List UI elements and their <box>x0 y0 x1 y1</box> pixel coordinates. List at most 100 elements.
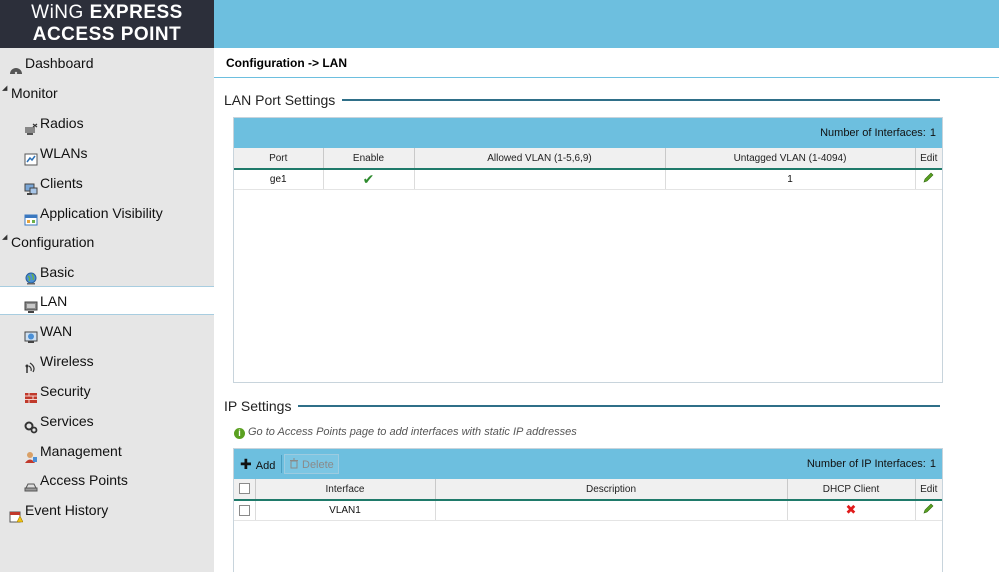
add-label: Add <box>255 460 276 472</box>
toolbar-separator <box>281 455 282 473</box>
sidebar-item-management[interactable]: Management <box>0 437 214 466</box>
expand-triangle-icon: ◢ <box>2 234 8 241</box>
app-visibility-icon <box>24 207 38 226</box>
info-note: i Go to Access Points page to add interfa… <box>234 426 577 439</box>
ip-settings-panel: ✚ Add Delete Number of IP Interfaces: 1 In… <box>233 448 943 572</box>
table-row[interactable]: VLAN1 ✖ <box>234 500 942 521</box>
interface-cell: VLAN1 <box>255 500 436 521</box>
logo-text-access-point: ACCESS POINT <box>32 24 182 45</box>
firewall-icon <box>24 385 38 403</box>
lan-port-table: Port Enable Allowed VLAN (1-5,6,9) Untag… <box>234 148 942 190</box>
column-header-untagged-vlan[interactable]: Untagged VLAN (1-4094) <box>665 148 916 170</box>
ip-settings-title: IP Settings <box>224 398 298 414</box>
management-icon <box>24 445 38 463</box>
column-header-enable[interactable]: Enable <box>323 148 415 170</box>
sidebar-item-label: Clients <box>40 175 83 191</box>
sidebar-item-label: Security <box>40 383 91 399</box>
sidebar-item-label: Application Visibility <box>40 205 163 221</box>
sidebar-item-security[interactable]: Security <box>0 377 214 406</box>
ip-settings-table: Interface Description DHCP Client Edit V… <box>234 479 942 521</box>
description-cell <box>435 500 788 521</box>
info-text: Go to Access Points page to add interfac… <box>248 426 577 438</box>
column-header-interface[interactable]: Interface <box>255 479 436 501</box>
gears-icon <box>24 415 38 434</box>
trash-icon <box>289 458 302 471</box>
info-icon: i <box>234 428 245 439</box>
row-checkbox[interactable] <box>238 504 250 516</box>
interface-count-label: Number of Interfaces: <box>820 127 926 139</box>
table-row[interactable]: ge1 ✔ 1 <box>234 169 942 190</box>
add-button[interactable]: ✚ Add <box>236 454 279 474</box>
select-all-checkbox[interactable] <box>238 483 250 495</box>
ip-settings-toolbar: ✚ Add Delete Number of IP Interfaces: 1 <box>234 449 942 479</box>
lan-port-panel: Number of Interfaces: 1 Port Enable Allow… <box>233 117 943 383</box>
section-divider <box>342 99 940 101</box>
sidebar-item-label: Event History <box>25 502 109 518</box>
column-header-port[interactable]: Port <box>234 148 324 170</box>
sidebar-item-clients[interactable]: Clients <box>0 169 214 198</box>
column-header-edit: Edit <box>915 479 942 501</box>
plus-icon: ✚ <box>240 456 252 472</box>
dashboard-icon <box>9 57 23 75</box>
x-icon: ✖ <box>845 502 857 518</box>
column-header-edit: Edit <box>915 148 942 170</box>
sidebar-item-wlans[interactable]: WLANs <box>0 139 214 168</box>
select-all-header[interactable] <box>234 479 256 501</box>
edit-cell <box>915 500 942 521</box>
interface-count: Number of Interfaces: 1 <box>820 127 936 139</box>
untagged-vlan-cell: 1 <box>665 169 916 190</box>
sidebar-item-wireless[interactable]: Wireless <box>0 347 214 376</box>
pencil-edit-icon[interactable] <box>923 172 934 186</box>
sidebar-item-wan[interactable]: WAN <box>0 317 214 346</box>
section-divider <box>298 405 940 407</box>
edit-cell <box>915 169 942 190</box>
expand-triangle-icon: ◢ <box>2 85 8 92</box>
delete-label: Delete <box>302 459 334 471</box>
column-header-description[interactable]: Description <box>435 479 788 501</box>
logo-text-express: EXPRESS <box>89 2 183 23</box>
top-banner <box>214 0 999 48</box>
sidebar-item-label: Dashboard <box>25 55 94 71</box>
sidebar-item-services[interactable]: Services <box>0 407 214 436</box>
pencil-edit-icon[interactable] <box>923 503 934 517</box>
dhcp-client-cell: ✖ <box>787 500 916 521</box>
port-cell: ge1 <box>234 169 324 190</box>
clients-icon <box>24 177 38 195</box>
lan-icon <box>24 295 38 313</box>
column-header-dhcp-client[interactable]: DHCP Client <box>787 479 916 501</box>
delete-button[interactable]: Delete <box>284 454 339 474</box>
breadcrumb: Configuration -> LAN <box>214 48 999 78</box>
sidebar-item-label: Monitor <box>11 85 58 101</box>
sidebar-item-lan[interactable]: LAN <box>0 286 214 315</box>
enable-cell: ✔ <box>323 169 415 190</box>
sidebar-group-monitor[interactable]: ◢ Monitor <box>0 79 214 108</box>
sidebar-item-label: LAN <box>40 293 68 309</box>
globe-icon <box>24 266 38 285</box>
sidebar-item-label: Radios <box>40 115 84 131</box>
breadcrumb-text: Configuration -> LAN <box>226 56 347 70</box>
sidebar-item-dashboard[interactable]: Dashboard <box>0 49 214 78</box>
sidebar-nav: Dashboard ◢ Monitor Radios WLANs Clients… <box>0 48 214 572</box>
ip-interface-count-label: Number of IP Interfaces: <box>806 458 926 470</box>
sidebar-item-application-visibility[interactable]: Application Visibility <box>0 199 214 228</box>
sidebar-item-label: WAN <box>40 323 73 339</box>
allowed-vlan-cell <box>414 169 666 190</box>
column-header-allowed-vlan[interactable]: Allowed VLAN (1-5,6,9) <box>414 148 666 170</box>
sidebar-item-label: Services <box>40 413 94 429</box>
sidebar-item-event-history[interactable]: Event History <box>0 496 214 525</box>
sidebar-item-label: Management <box>40 443 122 459</box>
access-points-icon <box>24 474 38 492</box>
sidebar-item-basic[interactable]: Basic <box>0 258 214 287</box>
lan-port-toolbar: Number of Interfaces: 1 <box>234 118 942 148</box>
sidebar-group-configuration[interactable]: ◢ Configuration <box>0 228 214 257</box>
sidebar-item-radios[interactable]: Radios <box>0 109 214 138</box>
event-history-icon <box>9 504 24 523</box>
sidebar-item-label: Access Points <box>40 472 128 488</box>
wan-icon <box>24 325 38 343</box>
ip-interface-count-value: 1 <box>929 458 936 470</box>
row-select-cell <box>234 500 256 521</box>
sidebar-item-access-points[interactable]: Access Points <box>0 466 214 495</box>
sidebar-item-label: Wireless <box>40 353 94 369</box>
wlans-icon <box>24 147 38 166</box>
wireless-icon <box>24 355 38 373</box>
